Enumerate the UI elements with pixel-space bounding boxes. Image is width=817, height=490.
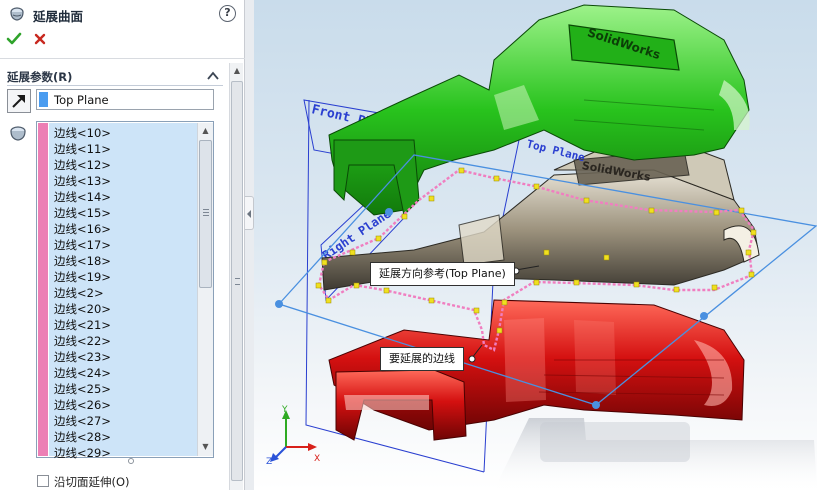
edges-callout[interactable]: 要延展的边线 bbox=[380, 347, 464, 371]
triad-y-label: Y bbox=[281, 405, 288, 415]
edge-list-item[interactable]: 边线<20> bbox=[54, 301, 194, 317]
scroll-up-arrow-icon[interactable]: ▲ bbox=[199, 124, 212, 138]
spread-parameters-header[interactable]: 延展参数(R) bbox=[0, 66, 228, 86]
edges-color-swatch bbox=[38, 123, 48, 456]
edges-selection-list[interactable]: 边线<10> 边线<11> 边线<12> 边线<13> 边线<14> 边线<15> 边线<1… bbox=[36, 121, 214, 461]
feature-title: 延展曲面 bbox=[33, 9, 84, 24]
edge-list-item[interactable]: 边线<16> bbox=[54, 221, 194, 237]
plane-handle[interactable] bbox=[700, 312, 708, 320]
coordinate-triad: Y X Z bbox=[266, 405, 320, 467]
panel-scroll-up-icon[interactable]: ▲ bbox=[231, 65, 243, 77]
edge-list-item[interactable]: 边线<25> bbox=[54, 381, 194, 397]
plane-handle[interactable] bbox=[592, 401, 600, 409]
section-divider bbox=[7, 85, 223, 86]
edges-selection-icon bbox=[10, 126, 26, 141]
tangent-extend-label: 沿切面延伸(O) bbox=[54, 475, 130, 489]
edge-items: 边线<10> 边线<11> 边线<12> 边线<13> 边线<14> 边线<15> 边线<1… bbox=[54, 125, 194, 461]
edge-list-item[interactable]: 边线<18> bbox=[54, 253, 194, 269]
edge-list-item[interactable]: 边线<2> bbox=[54, 285, 194, 301]
list-scroll-thumb[interactable] bbox=[199, 140, 212, 288]
reference-value: Top Plane bbox=[54, 93, 109, 107]
edge-list-item[interactable]: 边线<19> bbox=[54, 269, 194, 285]
section-title: 延展参数(R) bbox=[7, 70, 73, 84]
direction-reference-callout[interactable]: 延展方向参考(Top Plane) bbox=[370, 262, 515, 286]
grip-icon bbox=[235, 278, 240, 285]
edge-list-item[interactable]: 边线<14> bbox=[54, 189, 194, 205]
edge-list-item[interactable]: 边线<22> bbox=[54, 333, 194, 349]
property-manager: 延展曲面 ? 延展参数(R) Top Plane 边线<10> 边线<11> 边线<… bbox=[0, 0, 245, 490]
edge-list-item[interactable]: 边线<13> bbox=[54, 173, 194, 189]
graphics-area[interactable]: Front Plane Right Plane SolidWorks Solid… bbox=[254, 0, 817, 490]
plane-handle[interactable] bbox=[275, 300, 283, 308]
panel-collapse-handle[interactable] bbox=[245, 196, 254, 230]
triad-z-label: Z bbox=[266, 457, 272, 467]
edge-list-item[interactable]: 边线<21> bbox=[54, 317, 194, 333]
list-resize-handle[interactable] bbox=[128, 458, 134, 464]
list-scrollbar[interactable]: ▲ ▼ bbox=[197, 123, 213, 456]
edge-list-item[interactable]: 边线<26> bbox=[54, 397, 194, 413]
title-separator bbox=[0, 58, 245, 59]
edge-list-item[interactable]: 边线<23> bbox=[54, 349, 194, 365]
edge-list-item[interactable]: 边线<12> bbox=[54, 157, 194, 173]
tangent-extend-checkbox[interactable] bbox=[37, 475, 49, 487]
grip-icon bbox=[203, 209, 209, 216]
model-scene[interactable]: Front Plane Right Plane SolidWorks Solid… bbox=[254, 0, 817, 490]
chevron-up-icon[interactable] bbox=[206, 69, 220, 83]
surface-extend-icon bbox=[10, 7, 24, 21]
edge-list-item[interactable]: 边线<24> bbox=[54, 365, 194, 381]
triad-x-label: X bbox=[314, 454, 320, 464]
reference-color-swatch bbox=[39, 92, 48, 107]
panel-scrollbar[interactable]: ▲ bbox=[229, 63, 243, 490]
cancel-x-icon[interactable] bbox=[33, 32, 47, 46]
edge-list-item[interactable]: 边线<10> bbox=[54, 125, 194, 141]
edge-list-item[interactable]: 边线<11> bbox=[54, 141, 194, 157]
edge-list-item[interactable]: 边线<15> bbox=[54, 205, 194, 221]
panel-scroll-thumb[interactable] bbox=[231, 81, 243, 481]
scroll-down-arrow-icon[interactable]: ▼ bbox=[199, 440, 212, 454]
reverse-direction-button[interactable] bbox=[7, 89, 31, 113]
edge-list-item[interactable]: 边线<28> bbox=[54, 429, 194, 445]
feature-title-row: 延展曲面 ? bbox=[0, 0, 245, 28]
floor-shadow bbox=[494, 418, 817, 490]
direction-reference-field[interactable]: Top Plane bbox=[36, 89, 214, 110]
plane-handle[interactable] bbox=[385, 208, 393, 216]
direction-arrow-icon bbox=[12, 95, 25, 108]
help-icon[interactable]: ? bbox=[219, 5, 236, 22]
ok-check-icon[interactable] bbox=[6, 31, 22, 47]
edge-list-item[interactable]: 边线<17> bbox=[54, 237, 194, 253]
edge-list-item[interactable]: 边线<27> bbox=[54, 413, 194, 429]
edge-list-item[interactable]: 边线<29> bbox=[54, 445, 194, 461]
